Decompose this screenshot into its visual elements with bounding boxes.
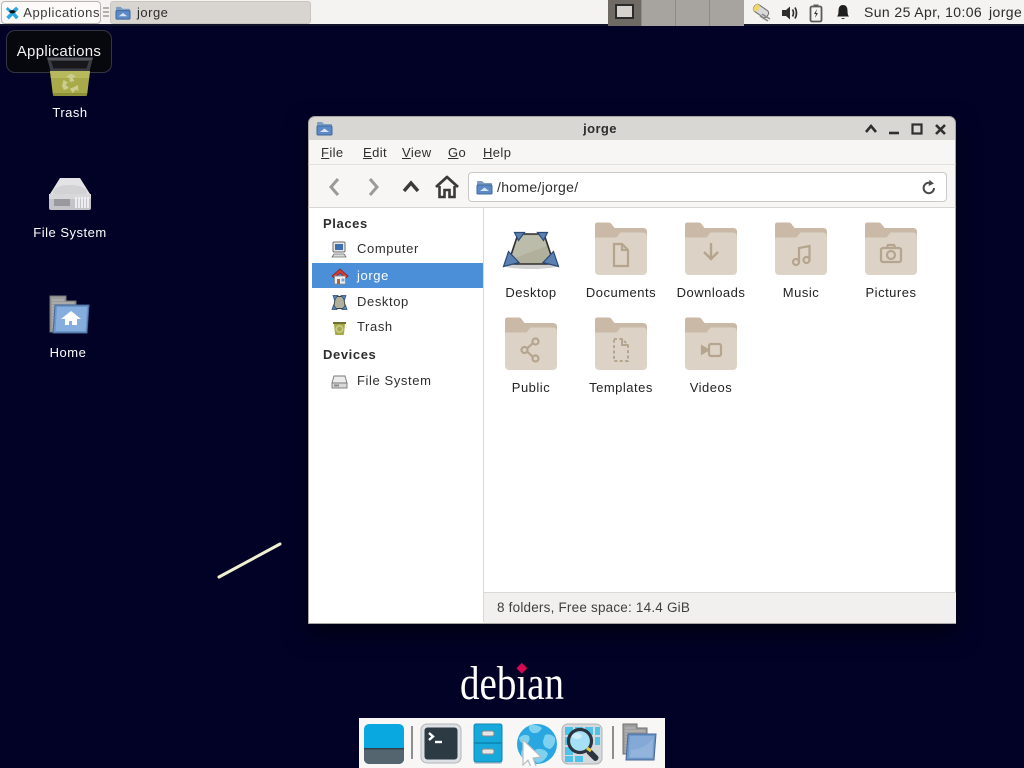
svg-text:debıan: debıan [460, 657, 564, 705]
